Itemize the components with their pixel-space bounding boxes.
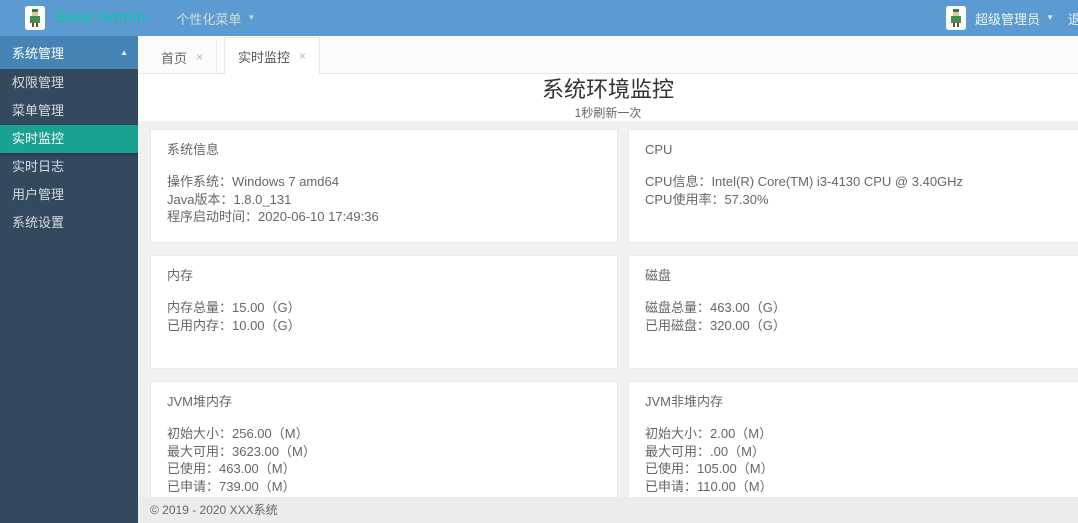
- stat-line: 已申请：110.00（M）: [645, 478, 773, 494]
- footer-copyright: © 2019 - 2020 XXX系统: [138, 497, 1078, 523]
- tab-home-label: 首页: [161, 50, 188, 66]
- sidebar-nav: 系统管理 ▲ 权限管理 菜单管理 实时监控 实时日志 用户管理 系统设置: [0, 36, 138, 523]
- tab-bar: 首页 × 实时监控 ×: [138, 36, 1078, 74]
- stat-line: 已使用：105.00（M）: [645, 461, 774, 476]
- logo-avatar-icon: [25, 6, 45, 30]
- panel-title: 磁盘: [645, 268, 672, 283]
- page-title: 系统环境监控: [541, 77, 674, 102]
- logout-link[interactable]: 退出: [1068, 9, 1078, 28]
- header-user-area: 超级管理员 ▼ 退出: [946, 0, 1078, 36]
- user-avatar[interactable]: [946, 6, 967, 30]
- panel-jvm-heap: JVM堆内存 初始大小：256.00（M） 最大可用：3623.00（M） 已使…: [150, 381, 618, 497]
- personalized-menu-dropdown[interactable]: 个性化菜单 ▼: [176, 9, 255, 28]
- panel-system-info: 系统信息 操作系统：Windows 7 amd64 Java版本：1.8.0_1…: [150, 129, 618, 243]
- stat-line: CPU信息：Intel(R) Core(TM) i3-4130 CPU @ 3.…: [645, 174, 964, 189]
- stat-line: 已用内存：10.00（G）: [167, 317, 301, 333]
- page-subtitle: 1秒刷新一次: [574, 106, 642, 120]
- panel-row: 系统信息 操作系统：Windows 7 amd64 Java版本：1.8.0_1…: [150, 129, 1078, 243]
- panel-cpu: CPU CPU信息：Intel(R) Core(TM) i3-4130 CPU …: [628, 129, 1078, 243]
- panel-row: 内存 内存总量：15.00（G） 已用内存：10.00（G） 磁盘 磁盘总量：4…: [150, 255, 1078, 369]
- panel-lines: 操作系统：Windows 7 amd64 Java版本：1.8.0_131 程序…: [167, 173, 601, 226]
- stat-line: 内存总量：15.00（G）: [167, 300, 301, 315]
- stat-line: 最大可用：.00（M）: [645, 443, 765, 459]
- panel-title: JVM堆内存: [167, 394, 233, 409]
- caret-down-icon: ▼: [247, 13, 256, 22]
- stat-line: 程序启动时间：2020-06-10 17:49:36: [167, 209, 379, 224]
- panel-jvm-nonheap: JVM非堆内存 初始大小：2.00（M） 最大可用：.00（M） 已使用：105…: [628, 381, 1078, 497]
- panel-disk: 磁盘 磁盘总量：463.00（G） 已用磁盘：320.00（G）: [628, 255, 1078, 369]
- panel-lines: CPU信息：Intel(R) Core(TM) i3-4130 CPU @ 3.…: [645, 173, 1078, 208]
- panel-title: 内存: [167, 268, 194, 283]
- stat-line: 已申请：739.00（M）: [167, 478, 296, 494]
- panel-lines: 磁盘总量：463.00（G） 已用磁盘：320.00（G）: [645, 299, 1078, 334]
- panel-title: JVM非堆内存: [645, 394, 724, 409]
- sidebar-item-menu-management[interactable]: 菜单管理: [0, 97, 138, 125]
- sidebar-item-realtime-log[interactable]: 实时日志: [0, 153, 138, 181]
- stat-line: 初始大小：2.00（M）: [645, 426, 773, 441]
- stat-line: 操作系统：Windows 7 amd64: [167, 174, 339, 189]
- main-area: 首页 × 实时监控 × 系统环境监控 1秒刷新一次 系统信息 操作系统：Wind…: [138, 36, 1078, 523]
- monitor-panels-content: 系统信息 操作系统：Windows 7 amd64 Java版本：1.8.0_1…: [138, 121, 1078, 497]
- panel-lines: 内存总量：15.00（G） 已用内存：10.00（G）: [167, 299, 601, 334]
- brand-title: Base Admin: [56, 9, 147, 26]
- panel-memory: 内存 内存总量：15.00（G） 已用内存：10.00（G）: [150, 255, 618, 369]
- sidebar-item-system-settings[interactable]: 系统设置: [0, 209, 138, 237]
- close-icon[interactable]: ×: [196, 51, 203, 63]
- stat-line: 磁盘总量：463.00（G）: [645, 300, 786, 315]
- stat-line: 已使用：463.00（M）: [167, 461, 296, 476]
- stat-line: 初始大小：256.00（M）: [167, 426, 309, 441]
- tab-realtime-monitor-label: 实时监控: [238, 49, 291, 65]
- app-window: Base Admin 个性化菜单 ▼ 超级管理员 ▼ 退出: [0, 0, 1078, 523]
- sidebar-group-system-management[interactable]: 系统管理 ▲: [0, 36, 138, 69]
- title-section: 系统环境监控 1秒刷新一次: [138, 74, 1078, 121]
- stat-line: Java版本：1.8.0_131: [167, 191, 292, 207]
- caret-up-icon: ▲: [120, 47, 128, 57]
- close-icon[interactable]: ×: [299, 50, 306, 62]
- sidebar-item-user-management[interactable]: 用户管理: [0, 181, 138, 209]
- panel-title: CPU: [645, 142, 673, 157]
- stat-line: CPU使用率：57.30%: [645, 191, 769, 207]
- tab-home[interactable]: 首页 ×: [148, 41, 218, 73]
- sidebar-group-label: 系统管理: [12, 46, 65, 61]
- panel-row: JVM堆内存 初始大小：256.00（M） 最大可用：3623.00（M） 已使…: [150, 381, 1078, 497]
- caret-down-icon: ▼: [1046, 13, 1054, 22]
- stat-line: 已用磁盘：320.00（G）: [645, 317, 786, 333]
- personalized-menu-label: 个性化菜单: [176, 11, 242, 27]
- brand-area: Base Admin: [0, 6, 146, 30]
- tab-realtime-monitor[interactable]: 实时监控 ×: [224, 37, 321, 74]
- panel-lines: 初始大小：256.00（M） 最大可用：3623.00（M） 已使用：463.0…: [167, 425, 601, 495]
- sidebar-item-permission-management[interactable]: 权限管理: [0, 69, 138, 97]
- sidebar-item-realtime-monitor[interactable]: 实时监控: [0, 125, 138, 153]
- user-dropdown[interactable]: 超级管理员 ▼: [975, 9, 1054, 28]
- body-row: 系统管理 ▲ 权限管理 菜单管理 实时监控 实时日志 用户管理 系统设置 首页 …: [0, 36, 1078, 523]
- panel-lines: 初始大小：2.00（M） 最大可用：.00（M） 已使用：105.00（M） 已…: [645, 425, 1078, 495]
- top-header-bar: Base Admin 个性化菜单 ▼ 超级管理员 ▼ 退出: [0, 0, 1078, 36]
- user-name-label: 超级管理员: [975, 11, 1041, 27]
- panel-title: 系统信息: [167, 142, 220, 157]
- stat-line: 最大可用：3623.00（M）: [167, 443, 316, 459]
